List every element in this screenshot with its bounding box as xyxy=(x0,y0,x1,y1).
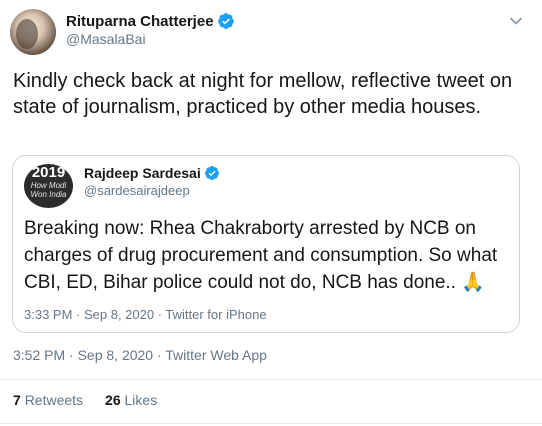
chevron-down-icon[interactable] xyxy=(509,14,523,28)
likes-label: Likes xyxy=(124,392,158,408)
quoted-tweet[interactable]: 2019 How Modi Won India Rajdeep Sardesai… xyxy=(12,155,520,333)
quoted-author-handle[interactable]: @sardesairajdeep xyxy=(84,183,190,198)
author-name-row: Rituparna Chatterjee xyxy=(66,12,235,30)
likes-count: 26 xyxy=(105,392,121,408)
quoted-avatar-year: 2019 xyxy=(31,164,66,181)
author-handle[interactable]: @MasalaBai xyxy=(66,31,146,47)
divider xyxy=(0,379,542,380)
quoted-tweet-meta: 3:33 PM · Sep 8, 2020 · Twitter for iPho… xyxy=(24,307,267,322)
quoted-author-name[interactable]: Rajdeep Sardesai xyxy=(84,165,201,181)
quoted-name-row: Rajdeep Sardesai xyxy=(84,165,220,181)
retweets-label: Retweets xyxy=(24,392,84,408)
retweets-stat[interactable]: 7 Retweets xyxy=(13,392,83,408)
tweet-text: Kindly check back at night for mellow, r… xyxy=(13,70,513,118)
engagement-stats: 7 Retweets 26 Likes xyxy=(13,392,179,408)
divider xyxy=(0,423,542,424)
retweets-count: 7 xyxy=(13,392,21,408)
quoted-avatar-caption: How Modi Won India xyxy=(30,181,67,199)
author-avatar[interactable] xyxy=(10,9,56,55)
verified-badge-icon xyxy=(204,166,219,180)
author-name[interactable]: Rituparna Chatterjee xyxy=(66,13,214,30)
verified-badge-icon xyxy=(217,13,234,29)
tweet-meta[interactable]: 3:52 PM · Sep 8, 2020 · Twitter Web App xyxy=(13,347,267,363)
likes-stat[interactable]: 26 Likes xyxy=(105,392,157,408)
quoted-author-avatar[interactable]: 2019 How Modi Won India xyxy=(24,164,73,208)
quoted-tweet-text: Breaking now: Rhea Chakraborty arrested … xyxy=(24,218,498,293)
